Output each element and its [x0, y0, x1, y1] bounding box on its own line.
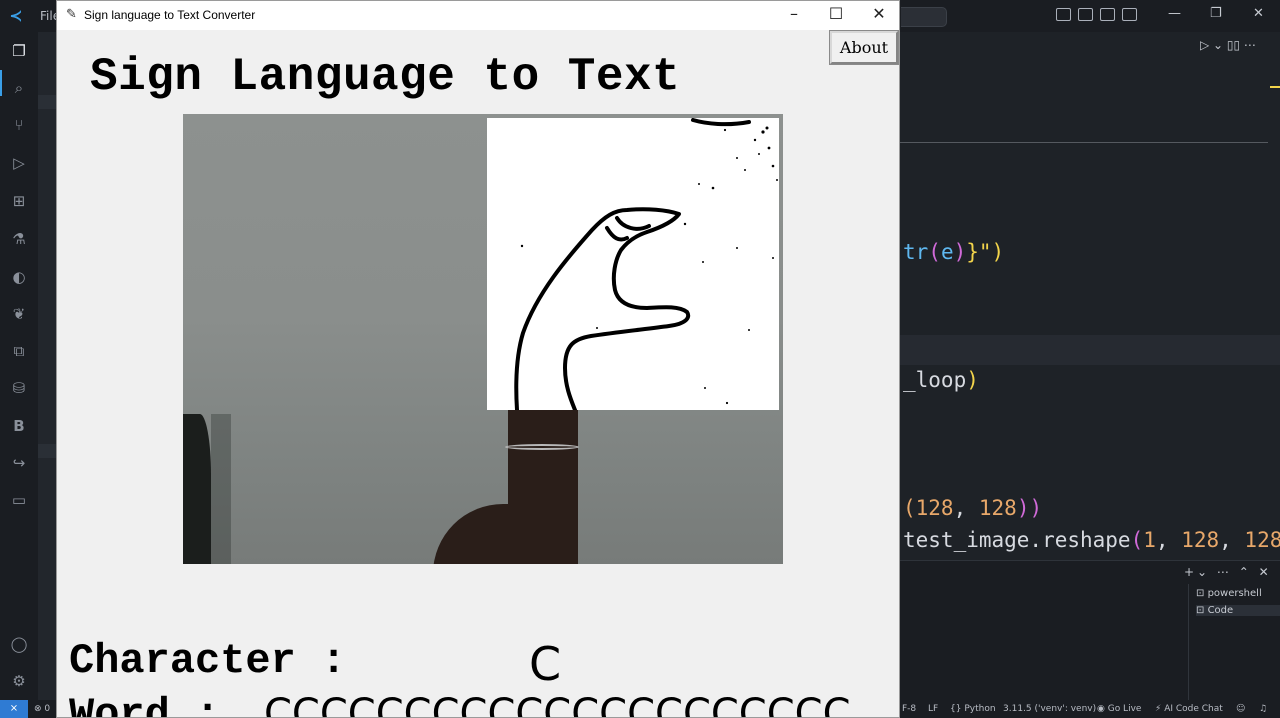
window-title: Sign language to Text Converter [84, 8, 256, 22]
active-indicator [0, 70, 2, 96]
editor-area[interactable] [900, 32, 1280, 560]
current-line-highlight [900, 335, 1280, 365]
status-go-live[interactable]: ◉ Go Live [1097, 704, 1141, 714]
activity-bar: ❐ ⌕ ⑂ ▷ ⊞ ⚗ ◐ ❦ ⧉ ⛁ B ↪ ▭ ◯ ⚙ [0, 32, 38, 700]
code-line[interactable]: test_image.reshape(1, 128, 128 [903, 528, 1280, 552]
status-encoding[interactable]: F-8 [902, 704, 916, 714]
accounts-icon[interactable]: ◯ [8, 633, 30, 655]
hand-outline-c-shape [514, 118, 778, 410]
status-language[interactable]: {} Python [950, 704, 996, 714]
copilot-icon[interactable]: ☺ [1236, 704, 1245, 714]
database-icon[interactable]: ⛁ [8, 377, 30, 399]
hand-roi-threshold-image [487, 118, 779, 410]
panel-actions[interactable]: +⌄ ⋯ ⌃ ✕ [1184, 565, 1272, 579]
restore-icon[interactable]: ❐ [1210, 6, 1222, 21]
manage-gear-icon[interactable]: ⚙ [8, 670, 30, 692]
sign-language-app-window: ✎ Sign language to Text Converter – ☐ ✕ … [56, 0, 900, 718]
vscode-logo-icon: ≺ [9, 6, 23, 25]
edge-icon[interactable]: ◐ [8, 266, 30, 288]
layout-controls [1056, 8, 1137, 21]
terminal-tab-powershell[interactable]: ⊡ powershell [1196, 588, 1262, 599]
run-debug-icon[interactable]: ▷ [8, 152, 30, 174]
chat-icon[interactable]: ▭ [8, 489, 30, 511]
bookmark-b-icon[interactable]: B [8, 415, 30, 437]
remote-explorer-icon[interactable]: ⧉ [8, 340, 30, 362]
status-ai-chat[interactable]: ⚡ AI Code Chat [1155, 704, 1223, 714]
app-titlebar: ✎ Sign language to Text Converter – ☐ ✕ [57, 1, 899, 30]
source-control-icon[interactable]: ⑂ [8, 114, 30, 136]
camera-wrist [508, 394, 578, 564]
toggle-panel-icon[interactable] [1078, 8, 1093, 21]
status-problems[interactable]: ⊗ 0 [34, 704, 50, 714]
character-value: C [529, 637, 562, 691]
character-label: Character : [69, 637, 347, 685]
close-icon[interactable]: ✕ [1253, 6, 1264, 21]
editor-run-actions[interactable]: ▷ ⌄ ▯▯ ⋯ [1200, 38, 1256, 52]
share-icon[interactable]: ↪ [8, 452, 30, 474]
testing-icon[interactable]: ⚗ [8, 228, 30, 250]
camera-shadow [211, 414, 231, 564]
close-icon[interactable]: ✕ [864, 4, 894, 23]
status-interpreter[interactable]: 3.11.5 ('venv': venv) [1003, 704, 1096, 714]
toggle-primary-sidebar-icon[interactable] [1056, 8, 1071, 21]
page-title: Sign Language to Text [90, 51, 681, 103]
editor-divider [900, 142, 1268, 143]
notifications-bell-icon[interactable]: ♫ [1259, 704, 1267, 714]
sidebar-row [38, 444, 58, 458]
terminal-tab-code[interactable]: ⊡ Code [1196, 605, 1280, 616]
extensions-icon[interactable]: ⊞ [8, 190, 30, 212]
scroll-marker [1270, 86, 1280, 88]
camera-feed [183, 114, 783, 564]
minimize-icon[interactable]: — [1168, 6, 1181, 21]
explorer-icon[interactable]: ❐ [8, 40, 30, 62]
remote-icon[interactable]: ⨯ [0, 700, 28, 718]
status-eol[interactable]: LF [928, 704, 938, 714]
code-line[interactable]: tr(e)}") [903, 240, 1004, 264]
word-value: CCCCCCCCCCCCCCCCCCCCC [264, 691, 851, 718]
python-icon[interactable]: ❦ [8, 303, 30, 325]
maximize-icon[interactable]: ☐ [821, 4, 851, 23]
toggle-secondary-sidebar-icon[interactable] [1100, 8, 1115, 21]
customize-layout-icon[interactable] [1122, 8, 1137, 21]
terminal-list [1188, 584, 1280, 700]
camera-hair [183, 414, 211, 564]
code-line[interactable]: _loop) [903, 368, 979, 392]
sidebar-row [38, 95, 58, 109]
tk-feather-icon: ✎ [66, 7, 77, 22]
code-line[interactable]: (128, 128)) [903, 496, 1042, 520]
minimize-icon[interactable]: – [779, 4, 809, 23]
sidebar-strip [38, 32, 58, 700]
search-icon[interactable]: ⌕ [8, 77, 30, 99]
command-center-search[interactable] [901, 7, 947, 27]
word-label: Word : [69, 691, 221, 718]
about-button[interactable]: About [830, 31, 898, 64]
camera-bracelet [505, 444, 579, 450]
